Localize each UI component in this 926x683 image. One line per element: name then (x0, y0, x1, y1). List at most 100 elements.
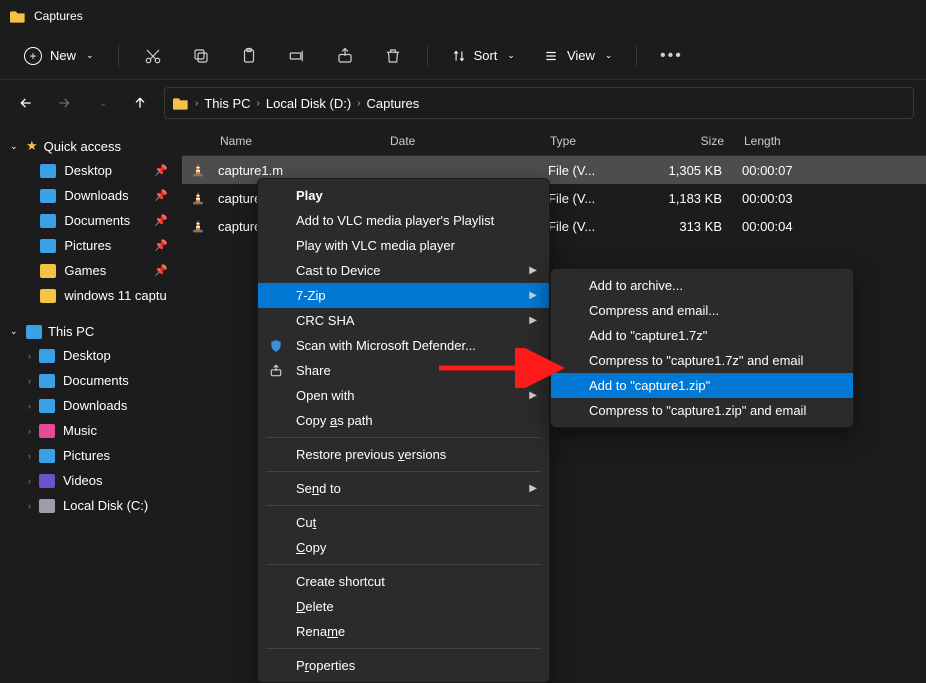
up-button[interactable] (126, 89, 154, 117)
chevron-right-icon: › (357, 98, 360, 109)
file-size: 313 KB (652, 219, 732, 234)
sevenzip-menu-item[interactable]: Add to archive... (551, 273, 853, 298)
context-menu-item[interactable]: Rename (258, 619, 549, 644)
context-menu-item[interactable]: Cast to Device▶ (258, 258, 549, 283)
col-length[interactable]: Length (734, 134, 814, 148)
context-menu-item[interactable]: Properties (258, 653, 549, 678)
context-menu-item[interactable]: Create shortcut (258, 569, 549, 594)
quick-access-header[interactable]: ⌄ ★ Quick access (4, 134, 178, 158)
context-menu-item[interactable]: Play (258, 183, 549, 208)
menu-separator (266, 505, 541, 506)
breadcrumb-item[interactable]: This PC (204, 96, 250, 111)
context-menu-item[interactable]: CRC SHA▶ (258, 308, 549, 333)
share-button[interactable] (325, 38, 365, 74)
sidebar-item-label: Documents (63, 373, 129, 388)
sidebar-item[interactable]: ›Desktop📌 (4, 158, 178, 183)
chevron-down-icon: ⌄ (507, 50, 515, 61)
context-menu-item[interactable]: Add to VLC media player's Playlist (258, 208, 549, 233)
chevron-down-icon: ⌄ (605, 50, 613, 61)
chevron-right-icon: › (257, 98, 260, 109)
pin-icon: 📌 (154, 214, 168, 227)
menu-item-label: Cut (296, 515, 316, 530)
sidebar-item-label: Documents (64, 213, 130, 228)
paste-button[interactable] (229, 38, 269, 74)
sidebar-item[interactable]: ›Music (4, 418, 178, 443)
column-headers[interactable]: Name Date Type Size Length (182, 126, 926, 156)
col-date[interactable]: Date (380, 134, 540, 148)
col-type[interactable]: Type (540, 134, 654, 148)
sidebar-item[interactable]: ›Pictures (4, 443, 178, 468)
sort-icon (452, 49, 466, 63)
context-menu-item[interactable]: Delete (258, 594, 549, 619)
context-menu-item[interactable]: Play with VLC media player (258, 233, 549, 258)
this-pc-header[interactable]: ⌄ This PC (4, 320, 178, 343)
recent-button[interactable]: ⌄ (88, 89, 116, 117)
col-name[interactable]: Name (210, 134, 380, 148)
sidebar-item-label: windows 11 captu (64, 288, 166, 303)
quick-access-label: Quick access (44, 139, 121, 154)
pin-icon: 📌 (154, 239, 168, 252)
sort-button[interactable]: Sort ⌄ (442, 42, 525, 69)
menu-item-label: Add to archive... (589, 278, 683, 293)
rename-button[interactable] (277, 38, 317, 74)
context-menu-item[interactable]: Scan with Microsoft Defender... (258, 333, 549, 358)
forward-button[interactable] (50, 89, 78, 117)
menu-item-label: Add to "capture1.zip" (589, 378, 710, 393)
sidebar-item[interactable]: ›Games📌 (4, 258, 178, 283)
sidebar-item[interactable]: ›Documents (4, 368, 178, 393)
sevenzip-menu-item[interactable]: Compress to "capture1.zip" and email (551, 398, 853, 423)
col-size[interactable]: Size (654, 134, 734, 148)
file-length: 00:00:04 (732, 219, 812, 234)
sidebar-item[interactable]: ›Documents📌 (4, 208, 178, 233)
sevenzip-menu-item[interactable]: Compress to "capture1.7z" and email (551, 348, 853, 373)
folder-icon (39, 499, 55, 513)
sidebar-item[interactable]: ›Local Disk (C:) (4, 493, 178, 518)
address-bar[interactable]: › This PC › Local Disk (D:) › Captures (164, 87, 914, 119)
sidebar-item[interactable]: ›Pictures📌 (4, 233, 178, 258)
breadcrumb-item[interactable]: Local Disk (D:) (266, 96, 351, 111)
menu-item-label: Restore previous versions (296, 447, 446, 462)
sevenzip-menu-item[interactable]: Add to "capture1.7z" (551, 323, 853, 348)
context-menu-item[interactable]: Cut (258, 510, 549, 535)
context-menu-item[interactable]: Share (258, 358, 549, 383)
folder-icon (39, 474, 55, 488)
menu-item-label: Play (296, 188, 323, 203)
chevron-right-icon: › (28, 476, 31, 486)
sidebar-item[interactable]: ›windows 11 captu (4, 283, 178, 308)
folder-icon (40, 264, 56, 278)
menu-item-label: 7-Zip (296, 288, 326, 303)
menu-item-label: Add to "capture1.7z" (589, 328, 707, 343)
sidebar-item[interactable]: ›Downloads (4, 393, 178, 418)
view-button[interactable]: View ⌄ (533, 42, 623, 69)
folder-icon (40, 289, 56, 303)
copy-button[interactable] (181, 38, 221, 74)
sidebar-item[interactable]: ›Downloads📌 (4, 183, 178, 208)
chevron-down-icon: ⌄ (10, 326, 20, 337)
sevenzip-menu-item[interactable]: Add to "capture1.zip" (551, 373, 853, 398)
back-button[interactable] (12, 89, 40, 117)
chevron-right-icon: › (28, 426, 31, 436)
sevenzip-menu-item[interactable]: Compress and email... (551, 298, 853, 323)
delete-button[interactable] (373, 38, 413, 74)
context-menu-item[interactable]: Open with▶ (258, 383, 549, 408)
context-menu-item[interactable]: Restore previous versions (258, 442, 549, 467)
new-button[interactable]: + New ⌄ (14, 41, 104, 71)
chevron-right-icon: ▶ (529, 483, 537, 494)
context-menu-item[interactable]: 7-Zip▶ (258, 283, 549, 308)
folder-icon (40, 214, 56, 228)
context-menu-item[interactable]: Copy as path (258, 408, 549, 433)
context-menu-item[interactable]: Copy (258, 535, 549, 560)
cut-button[interactable] (133, 38, 173, 74)
sidebar-item[interactable]: ›Desktop (4, 343, 178, 368)
menu-item-label: Compress and email... (589, 303, 719, 318)
separator (118, 45, 119, 67)
breadcrumb-item[interactable]: Captures (367, 96, 420, 111)
context-menu-item[interactable]: Send to▶ (258, 476, 549, 501)
chevron-down-icon: ⌄ (10, 141, 20, 152)
sidebar-item[interactable]: ›Videos (4, 468, 178, 493)
vlc-icon (190, 190, 206, 206)
menu-item-label: Scan with Microsoft Defender... (296, 338, 476, 353)
share-icon (268, 363, 284, 379)
more-button[interactable]: ••• (651, 38, 691, 74)
sidebar-item-label: Games (64, 263, 106, 278)
